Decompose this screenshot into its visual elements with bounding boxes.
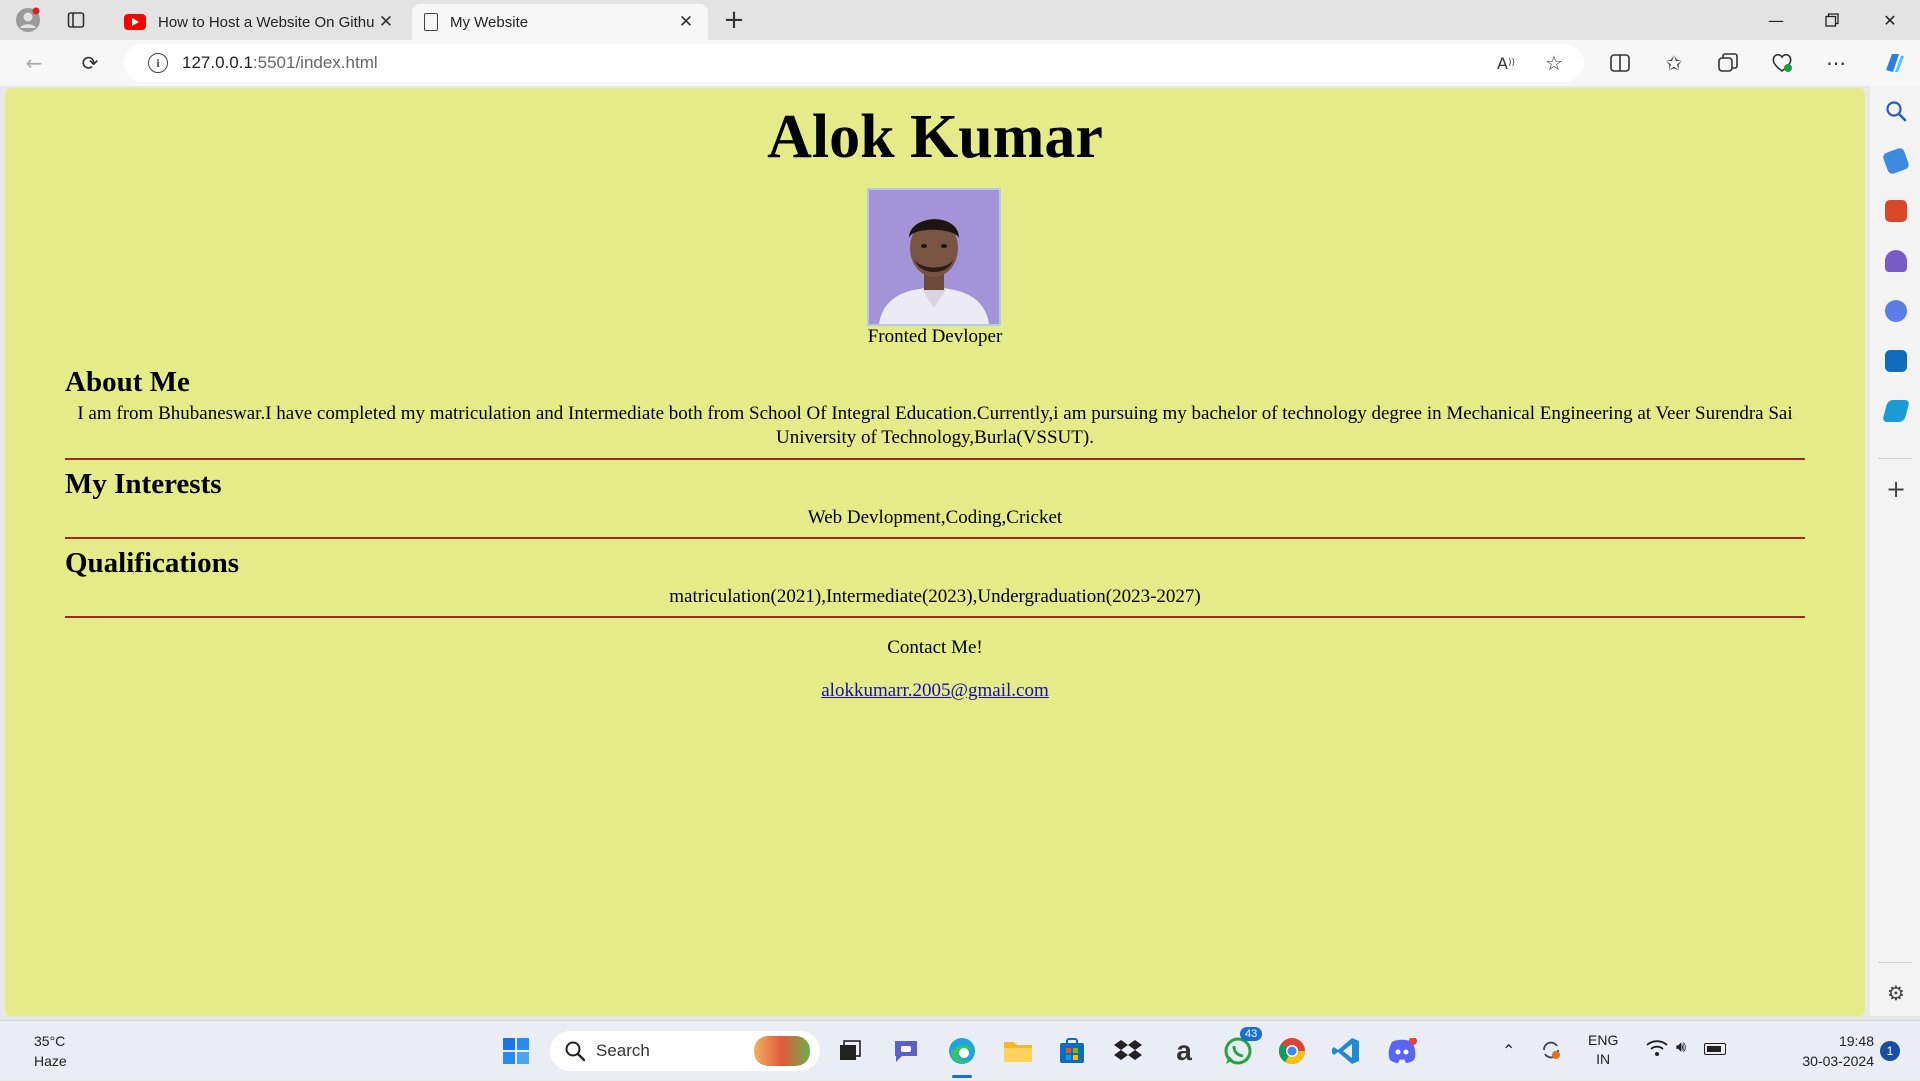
weather-widget[interactable]: 35°C Haze bbox=[34, 1031, 67, 1071]
outlook-icon[interactable] bbox=[1885, 350, 1907, 372]
sidebar-divider bbox=[1878, 962, 1912, 963]
clock[interactable]: 19:48 30-03-2024 bbox=[1774, 1031, 1874, 1071]
profile-photo bbox=[867, 188, 1001, 326]
qualifications-text: matriculation(2021),Intermediate(2023),U… bbox=[669, 586, 1201, 607]
notification-badge[interactable]: 1 bbox=[1880, 1041, 1900, 1061]
wifi-icon[interactable] bbox=[1646, 1039, 1668, 1062]
search-icon[interactable] bbox=[1885, 100, 1907, 122]
email-row: alokkumarr.2005@gmail.com bbox=[5, 680, 1865, 702]
web-page: Alok Kumar Fronted Devloper About Me I a… bbox=[5, 88, 1865, 1016]
shopping-tag-icon[interactable] bbox=[1881, 146, 1911, 176]
close-tab-icon[interactable]: ✕ bbox=[376, 12, 396, 32]
address-bar-row: ← ⟳ i 127.0.0.1:5501/index.html A)) ☆ ✩ … bbox=[0, 40, 1920, 86]
sync-icon[interactable] bbox=[1540, 1039, 1562, 1061]
send-icon[interactable] bbox=[1882, 400, 1910, 422]
section-divider bbox=[65, 616, 1805, 618]
copilot-icon[interactable] bbox=[1876, 46, 1912, 80]
favorite-star-icon[interactable]: ☆ bbox=[1536, 46, 1572, 80]
games-icon[interactable] bbox=[1885, 250, 1907, 272]
microsoft-store-icon[interactable] bbox=[1052, 1031, 1092, 1071]
clock-date: 30-03-2024 bbox=[1802, 1053, 1874, 1069]
edge-sidebar: + ⚙ bbox=[1870, 86, 1920, 1016]
section-divider bbox=[65, 458, 1805, 460]
new-tab-button[interactable]: + bbox=[714, 0, 754, 40]
role-caption: Fronted Devloper bbox=[867, 326, 1003, 347]
interests-heading: My Interests bbox=[65, 468, 222, 500]
settings-gear-icon[interactable]: ⚙ bbox=[1885, 982, 1907, 1004]
tools-briefcase-icon[interactable] bbox=[1885, 200, 1907, 222]
page-title: Alok Kumar bbox=[767, 103, 1103, 171]
qualifications-heading: Qualifications bbox=[65, 547, 240, 579]
active-app-indicator bbox=[952, 1075, 972, 1078]
favorites-icon[interactable]: ✩ bbox=[1656, 46, 1692, 80]
windows-taskbar: 35°C Haze Search a 43 ⌃ ENG IN 🔊︎ 19:48 … bbox=[0, 1020, 1920, 1080]
windows-start-icon[interactable] bbox=[496, 1031, 536, 1071]
chrome-icon[interactable] bbox=[1272, 1031, 1312, 1071]
edge-browser-icon[interactable] bbox=[942, 1031, 982, 1071]
document-icon bbox=[424, 13, 438, 31]
more-options-icon[interactable]: ⋯ bbox=[1818, 46, 1854, 80]
discord-icon[interactable] bbox=[1382, 1031, 1422, 1071]
tab-my-website[interactable]: My Website ✕ bbox=[412, 4, 708, 40]
weather-desc: Haze bbox=[34, 1053, 67, 1069]
browser-essentials-icon[interactable] bbox=[1764, 46, 1800, 80]
file-explorer-icon[interactable] bbox=[998, 1031, 1038, 1071]
whatsapp-badge: 43 bbox=[1240, 1027, 1263, 1041]
browser-title-bar: How to Host a Website On Githu ✕ My Webs… bbox=[0, 0, 1920, 40]
split-screen-icon[interactable] bbox=[1602, 46, 1638, 80]
read-aloud-icon[interactable]: A)) bbox=[1488, 46, 1524, 80]
url-host: 127.0.0.1 bbox=[182, 53, 253, 72]
minimize-icon[interactable]: — bbox=[1748, 0, 1804, 40]
section-divider bbox=[65, 537, 1805, 539]
refresh-icon[interactable]: ⟳ bbox=[72, 46, 108, 80]
whatsapp-icon[interactable]: 43 bbox=[1218, 1027, 1263, 1071]
close-tab-icon[interactable]: ✕ bbox=[676, 12, 696, 32]
about-heading: About Me bbox=[65, 366, 190, 398]
microsoft365-icon[interactable] bbox=[1885, 300, 1907, 322]
url-path: :5501/index.html bbox=[252, 53, 378, 72]
volume-icon[interactable]: 🔊︎ bbox=[1676, 1039, 1686, 1057]
amazon-icon[interactable]: a bbox=[1164, 1031, 1204, 1071]
teams-chat-icon[interactable] bbox=[886, 1031, 926, 1071]
language-code: ENG bbox=[1588, 1032, 1619, 1048]
search-highlight-icon bbox=[754, 1036, 810, 1066]
youtube-icon bbox=[124, 14, 146, 30]
interests-text: Web Devlopment,Coding,Cricket bbox=[807, 507, 1063, 528]
about-text: I am from Bhubaneswar.I have completed m… bbox=[77, 403, 1793, 448]
back-icon[interactable]: ← bbox=[16, 46, 52, 80]
address-bar[interactable]: i 127.0.0.1:5501/index.html bbox=[124, 44, 1584, 82]
sidebar-divider bbox=[1878, 458, 1912, 459]
close-window-icon[interactable]: ✕ bbox=[1862, 0, 1918, 40]
show-hidden-icons-chevron-icon[interactable]: ⌃ bbox=[1502, 1041, 1515, 1061]
tab-label: How to Host a Website On Githu bbox=[158, 13, 375, 31]
tab-actions-icon[interactable] bbox=[56, 0, 96, 40]
add-icon[interactable]: + bbox=[1885, 477, 1907, 501]
weather-temp: 35°C bbox=[34, 1033, 66, 1049]
url-text[interactable]: 127.0.0.1:5501/index.html bbox=[182, 53, 378, 73]
tab-youtube[interactable]: How to Host a Website On Githu ✕ bbox=[112, 4, 408, 40]
dropbox-icon[interactable] bbox=[1108, 1031, 1148, 1071]
tab-label: My Website bbox=[450, 13, 529, 31]
search-icon bbox=[564, 1040, 586, 1062]
vscode-icon[interactable] bbox=[1326, 1031, 1366, 1071]
profile-avatar-icon[interactable] bbox=[8, 0, 48, 40]
site-info-icon[interactable]: i bbox=[148, 53, 168, 73]
region-code: IN bbox=[1596, 1051, 1611, 1067]
contact-heading: Contact Me! bbox=[887, 637, 983, 658]
task-view-icon[interactable] bbox=[830, 1031, 870, 1071]
clock-time: 19:48 bbox=[1838, 1033, 1874, 1049]
language-indicator[interactable]: ENG IN bbox=[1588, 1031, 1618, 1069]
collections-icon[interactable] bbox=[1710, 46, 1746, 80]
email-link[interactable]: alokkumarr.2005@gmail.com bbox=[821, 680, 1049, 701]
battery-icon[interactable] bbox=[1704, 1043, 1726, 1055]
search-placeholder: Search bbox=[596, 1041, 650, 1060]
taskbar-search[interactable]: Search bbox=[550, 1031, 820, 1071]
restore-icon[interactable] bbox=[1804, 0, 1860, 40]
